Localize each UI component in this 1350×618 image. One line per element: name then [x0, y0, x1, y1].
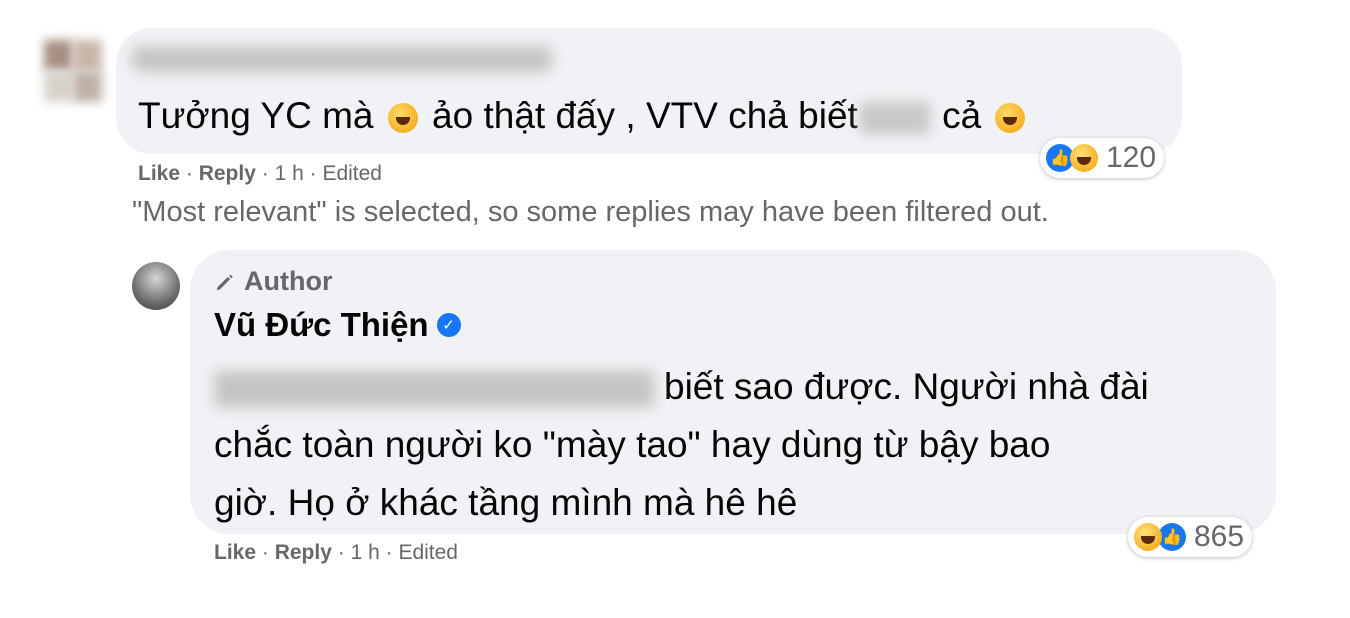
- like-icon: 👍: [1158, 523, 1186, 551]
- edited-label: Edited: [398, 541, 458, 564]
- like-link[interactable]: Like: [214, 541, 256, 564]
- comment-time[interactable]: 1 h: [275, 162, 304, 185]
- reply-text: biết sao được. Người nhà đài chắc toàn n…: [214, 366, 1149, 523]
- commenter-name-blurred[interactable]: [132, 46, 552, 72]
- reply-link[interactable]: Reply: [199, 162, 256, 185]
- filter-notice: "Most relevant" is selected, so some rep…: [132, 196, 1049, 228]
- reply-meta: Like · Reply · 1 h · Edited: [214, 541, 458, 564]
- haha-icon: [1134, 523, 1162, 551]
- edited-label: Edited: [322, 162, 382, 185]
- laughing-face-icon: [995, 103, 1026, 134]
- comment-bubble: Tưởng YC mà ảo thật đấy , VTV chả biết c…: [116, 28, 1182, 154]
- reply-bubble: Author Vũ Đức Thiện ✓ biết sao được. Ngư…: [190, 250, 1276, 534]
- author-badge: Author: [214, 266, 332, 297]
- comment-reactions[interactable]: 👍 120: [1040, 138, 1165, 178]
- comment-text: Tưởng YC mà ảo thật đấy , VTV chả biết c…: [138, 94, 1029, 138]
- haha-icon: [1070, 144, 1098, 172]
- author-avatar[interactable]: [132, 262, 180, 310]
- commenter-avatar-blurred[interactable]: [44, 40, 102, 102]
- reply-reactions[interactable]: 👍 865: [1128, 517, 1253, 557]
- like-link[interactable]: Like: [138, 162, 180, 185]
- reply-link[interactable]: Reply: [275, 541, 332, 564]
- reaction-count: 120: [1106, 141, 1157, 174]
- reply-time[interactable]: 1 h: [351, 541, 380, 564]
- author-name[interactable]: Vũ Đức Thiện ✓: [214, 306, 461, 344]
- comment-meta: Like · Reply · 1 h · Edited: [138, 162, 382, 185]
- laughing-face-icon: [387, 103, 418, 134]
- pen-icon: [216, 274, 233, 290]
- censored-word-blur: [859, 102, 930, 135]
- censored-text-blur: [214, 371, 654, 408]
- reaction-count: 865: [1194, 520, 1245, 553]
- verified-badge-icon: ✓: [436, 313, 461, 337]
